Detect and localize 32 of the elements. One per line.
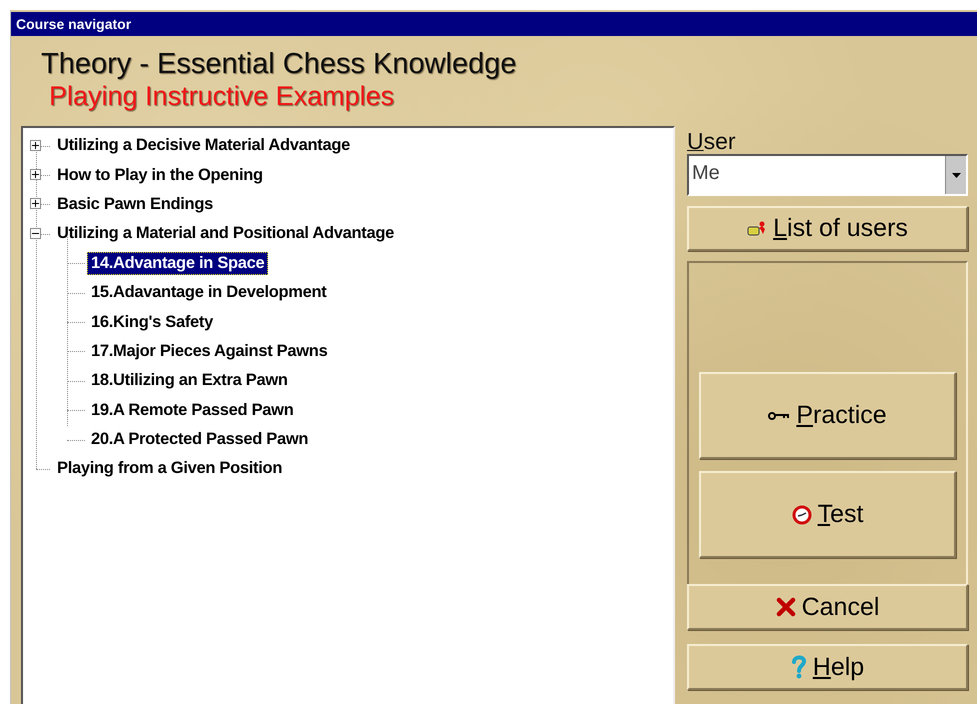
tree-item[interactable]: 19.A Remote Passed Pawn [87, 398, 298, 422]
test-button[interactable]: Test [699, 471, 956, 558]
tree-item[interactable]: Utilizing a Material and Positional Advantage [53, 222, 398, 246]
key-icon [768, 410, 790, 420]
collapse-icon[interactable] [30, 228, 41, 239]
tree-item[interactable]: Basic Pawn Endings [53, 192, 217, 216]
question-mark-icon [790, 655, 807, 679]
course-title: Theory - Essential Chess Knowledge [41, 48, 518, 81]
window-title: Course navigator [16, 15, 132, 34]
cancel-button[interactable]: Cancel [687, 584, 968, 630]
expand-icon[interactable] [30, 140, 41, 151]
clock-icon [792, 504, 812, 524]
tree-item[interactable]: Utilizing a Decisive Material Advantage [53, 134, 354, 158]
folder-person-icon [747, 220, 768, 238]
user-dropdown[interactable]: Me [687, 154, 968, 196]
tree-item[interactable]: 18.Utilizing an Extra Pawn [87, 369, 292, 392]
tree-item[interactable]: 14.Advantage in Space [87, 252, 268, 275]
tree-item[interactable]: 16.King's Safety [87, 310, 218, 334]
user-label: User [687, 128, 737, 154]
cross-icon [776, 597, 796, 617]
tree-item[interactable]: 17.Major Pieces Against Pawns [87, 340, 332, 363]
dropdown-arrow-icon [952, 172, 960, 178]
practice-button[interactable]: Practice [699, 372, 956, 459]
tree-item[interactable]: Playing from a Given Position [53, 457, 286, 480]
list-users-button[interactable]: List of users [687, 206, 968, 251]
tree-item[interactable]: 20.A Protected Passed Pawn [87, 428, 312, 452]
help-button[interactable]: Help [687, 644, 968, 690]
expand-icon[interactable] [30, 169, 41, 180]
tree-item[interactable]: How to Play in the Opening [53, 164, 267, 187]
tree-item[interactable]: 15.Adavantage in Development [87, 281, 331, 304]
course-subtitle: Playing Instructive Examples [49, 81, 396, 112]
expand-icon[interactable] [30, 198, 41, 210]
